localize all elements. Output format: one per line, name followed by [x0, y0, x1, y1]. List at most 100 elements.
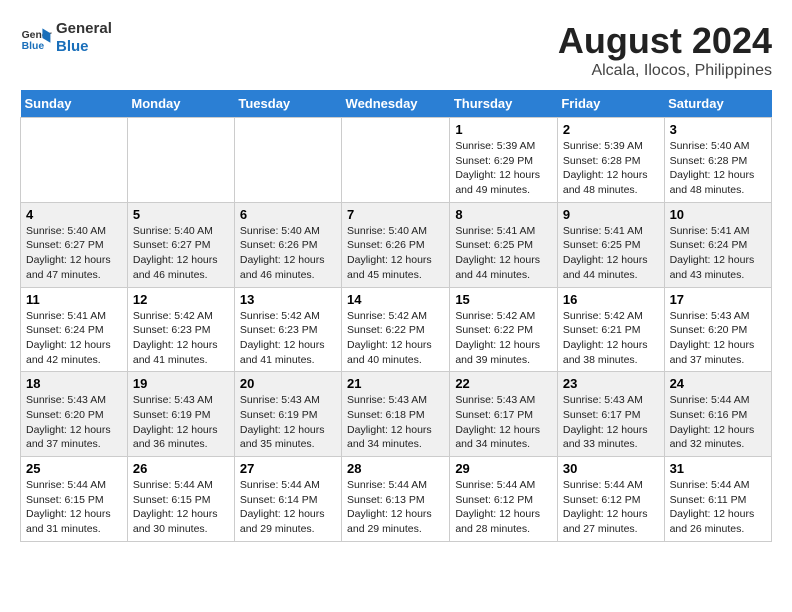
calendar-cell: 30 Sunrise: 5:44 AM Sunset: 6:12 PM Dayli… — [557, 457, 664, 542]
svg-text:Blue: Blue — [22, 41, 45, 52]
day-number: 22 — [455, 376, 552, 391]
calendar-cell: 1 Sunrise: 5:39 AM Sunset: 6:29 PM Daylig… — [450, 118, 558, 203]
calendar-cell: 13Sunrise: 5:42 AM Sunset: 6:23 PM Dayli… — [234, 287, 341, 372]
weekday-header-tuesday: Tuesday — [234, 90, 341, 118]
day-number: 13 — [240, 292, 336, 307]
day-info: Sunrise: 5:44 AM Sunset: 6:14 PM Dayligh… — [240, 479, 325, 535]
week-row-5: 25Sunrise: 5:44 AM Sunset: 6:15 PM Dayli… — [21, 457, 772, 542]
day-number: 9 — [563, 207, 659, 222]
day-number: 31 — [670, 461, 766, 476]
day-info: Sunrise: 5:44 AM Sunset: 6:12 PM Dayligh… — [563, 479, 648, 535]
day-number: 21 — [347, 376, 444, 391]
calendar-cell: 19Sunrise: 5:43 AM Sunset: 6:19 PM Dayli… — [127, 372, 234, 457]
calendar-cell: 15Sunrise: 5:42 AM Sunset: 6:22 PM Dayli… — [450, 287, 558, 372]
calendar-cell: 24 Sunrise: 5:44 AM Sunset: 6:16 PM Dayli… — [664, 372, 771, 457]
calendar-cell — [127, 118, 234, 203]
day-number: 5 — [133, 207, 229, 222]
calendar-cell: 28 Sunrise: 5:44 AM Sunset: 6:13 PM Dayli… — [342, 457, 450, 542]
day-info: Sunrise: 5:42 AM Sunset: 6:22 PM Dayligh… — [455, 310, 540, 366]
day-number: 25 — [26, 461, 122, 476]
week-row-4: 18 Sunrise: 5:43 AM Sunset: 6:20 PM Dayli… — [21, 372, 772, 457]
day-info: Sunrise: 5:44 AM Sunset: 6:12 PM Dayligh… — [455, 479, 540, 535]
calendar-cell: 2 Sunrise: 5:39 AM Sunset: 6:28 PM Daylig… — [557, 118, 664, 203]
calendar-cell: 22 Sunrise: 5:43 AM Sunset: 6:17 PM Dayli… — [450, 372, 558, 457]
day-info: Sunrise: 5:39 AM Sunset: 6:28 PM Dayligh… — [563, 140, 648, 196]
weekday-header-thursday: Thursday — [450, 90, 558, 118]
day-number: 10 — [670, 207, 766, 222]
day-info: Sunrise: 5:40 AM Sunset: 6:27 PM Dayligh… — [26, 225, 111, 281]
calendar-cell: 4Sunrise: 5:40 AM Sunset: 6:27 PM Daylig… — [21, 202, 128, 287]
day-number: 8 — [455, 207, 552, 222]
day-number: 1 — [455, 122, 552, 137]
calendar-cell: 18 Sunrise: 5:43 AM Sunset: 6:20 PM Dayli… — [21, 372, 128, 457]
calendar-cell — [21, 118, 128, 203]
day-info: Sunrise: 5:39 AM Sunset: 6:29 PM Dayligh… — [455, 140, 540, 196]
calendar-cell: 14 Sunrise: 5:42 AM Sunset: 6:22 PM Dayli… — [342, 287, 450, 372]
day-info: Sunrise: 5:43 AM Sunset: 6:20 PM Dayligh… — [670, 310, 755, 366]
weekday-header-saturday: Saturday — [664, 90, 771, 118]
day-number: 18 — [26, 376, 122, 391]
day-info: Sunrise: 5:40 AM Sunset: 6:26 PM Dayligh… — [240, 225, 325, 281]
day-number: 3 — [670, 122, 766, 137]
calendar-cell: 20 Sunrise: 5:43 AM Sunset: 6:19 PM Dayli… — [234, 372, 341, 457]
day-number: 12 — [133, 292, 229, 307]
day-number: 14 — [347, 292, 444, 307]
day-info: Sunrise: 5:40 AM Sunset: 6:26 PM Dayligh… — [347, 225, 432, 281]
week-row-3: 11Sunrise: 5:41 AM Sunset: 6:24 PM Dayli… — [21, 287, 772, 372]
day-number: 20 — [240, 376, 336, 391]
day-info: Sunrise: 5:43 AM Sunset: 6:20 PM Dayligh… — [26, 394, 111, 450]
day-info: Sunrise: 5:44 AM Sunset: 6:13 PM Dayligh… — [347, 479, 432, 535]
header: General Blue General Blue August 2024 Al… — [20, 20, 772, 80]
calendar-cell: 8 Sunrise: 5:41 AM Sunset: 6:25 PM Daylig… — [450, 202, 558, 287]
logo: General Blue General Blue — [20, 20, 112, 56]
calendar-cell: 10 Sunrise: 5:41 AM Sunset: 6:24 PM Dayli… — [664, 202, 771, 287]
week-row-2: 4Sunrise: 5:40 AM Sunset: 6:27 PM Daylig… — [21, 202, 772, 287]
calendar-cell: 26Sunrise: 5:44 AM Sunset: 6:15 PM Dayli… — [127, 457, 234, 542]
logo-icon: General Blue — [20, 22, 52, 54]
day-info: Sunrise: 5:41 AM Sunset: 6:25 PM Dayligh… — [563, 225, 648, 281]
logo-blue-text: Blue — [56, 38, 112, 56]
day-info: Sunrise: 5:43 AM Sunset: 6:19 PM Dayligh… — [240, 394, 325, 450]
calendar-table: SundayMondayTuesdayWednesdayThursdayFrid… — [20, 90, 772, 542]
calendar-cell: 23 Sunrise: 5:43 AM Sunset: 6:17 PM Dayli… — [557, 372, 664, 457]
day-number: 19 — [133, 376, 229, 391]
day-info: Sunrise: 5:41 AM Sunset: 6:24 PM Dayligh… — [670, 225, 755, 281]
day-number: 17 — [670, 292, 766, 307]
day-number: 27 — [240, 461, 336, 476]
logo-general-text: General — [56, 20, 112, 38]
day-number: 24 — [670, 376, 766, 391]
day-number: 6 — [240, 207, 336, 222]
calendar-cell: 17 Sunrise: 5:43 AM Sunset: 6:20 PM Dayli… — [664, 287, 771, 372]
calendar-cell: 7 Sunrise: 5:40 AM Sunset: 6:26 PM Daylig… — [342, 202, 450, 287]
day-info: Sunrise: 5:42 AM Sunset: 6:23 PM Dayligh… — [133, 310, 218, 366]
weekday-header-monday: Monday — [127, 90, 234, 118]
day-number: 16 — [563, 292, 659, 307]
day-number: 7 — [347, 207, 444, 222]
main-title: August 2024 — [558, 20, 772, 62]
calendar-cell — [234, 118, 341, 203]
calendar-cell: 5 Sunrise: 5:40 AM Sunset: 6:27 PM Daylig… — [127, 202, 234, 287]
day-number: 26 — [133, 461, 229, 476]
calendar-cell: 27 Sunrise: 5:44 AM Sunset: 6:14 PM Dayli… — [234, 457, 341, 542]
day-number: 23 — [563, 376, 659, 391]
calendar-cell: 31Sunrise: 5:44 AM Sunset: 6:11 PM Dayli… — [664, 457, 771, 542]
title-area: August 2024 Alcala, Ilocos, Philippines — [558, 20, 772, 80]
day-info: Sunrise: 5:43 AM Sunset: 6:17 PM Dayligh… — [563, 394, 648, 450]
day-number: 11 — [26, 292, 122, 307]
weekday-header-sunday: Sunday — [21, 90, 128, 118]
calendar-cell: 12 Sunrise: 5:42 AM Sunset: 6:23 PM Dayli… — [127, 287, 234, 372]
day-info: Sunrise: 5:44 AM Sunset: 6:16 PM Dayligh… — [670, 394, 755, 450]
weekday-header-wednesday: Wednesday — [342, 90, 450, 118]
calendar-cell: 25Sunrise: 5:44 AM Sunset: 6:15 PM Dayli… — [21, 457, 128, 542]
day-number: 28 — [347, 461, 444, 476]
day-info: Sunrise: 5:43 AM Sunset: 6:17 PM Dayligh… — [455, 394, 540, 450]
day-info: Sunrise: 5:42 AM Sunset: 6:22 PM Dayligh… — [347, 310, 432, 366]
day-info: Sunrise: 5:42 AM Sunset: 6:21 PM Dayligh… — [563, 310, 648, 366]
day-number: 30 — [563, 461, 659, 476]
day-number: 2 — [563, 122, 659, 137]
calendar-cell: 21 Sunrise: 5:43 AM Sunset: 6:18 PM Dayli… — [342, 372, 450, 457]
day-info: Sunrise: 5:41 AM Sunset: 6:25 PM Dayligh… — [455, 225, 540, 281]
day-info: Sunrise: 5:40 AM Sunset: 6:27 PM Dayligh… — [133, 225, 218, 281]
calendar-cell: 16 Sunrise: 5:42 AM Sunset: 6:21 PM Dayli… — [557, 287, 664, 372]
day-info: Sunrise: 5:43 AM Sunset: 6:18 PM Dayligh… — [347, 394, 432, 450]
